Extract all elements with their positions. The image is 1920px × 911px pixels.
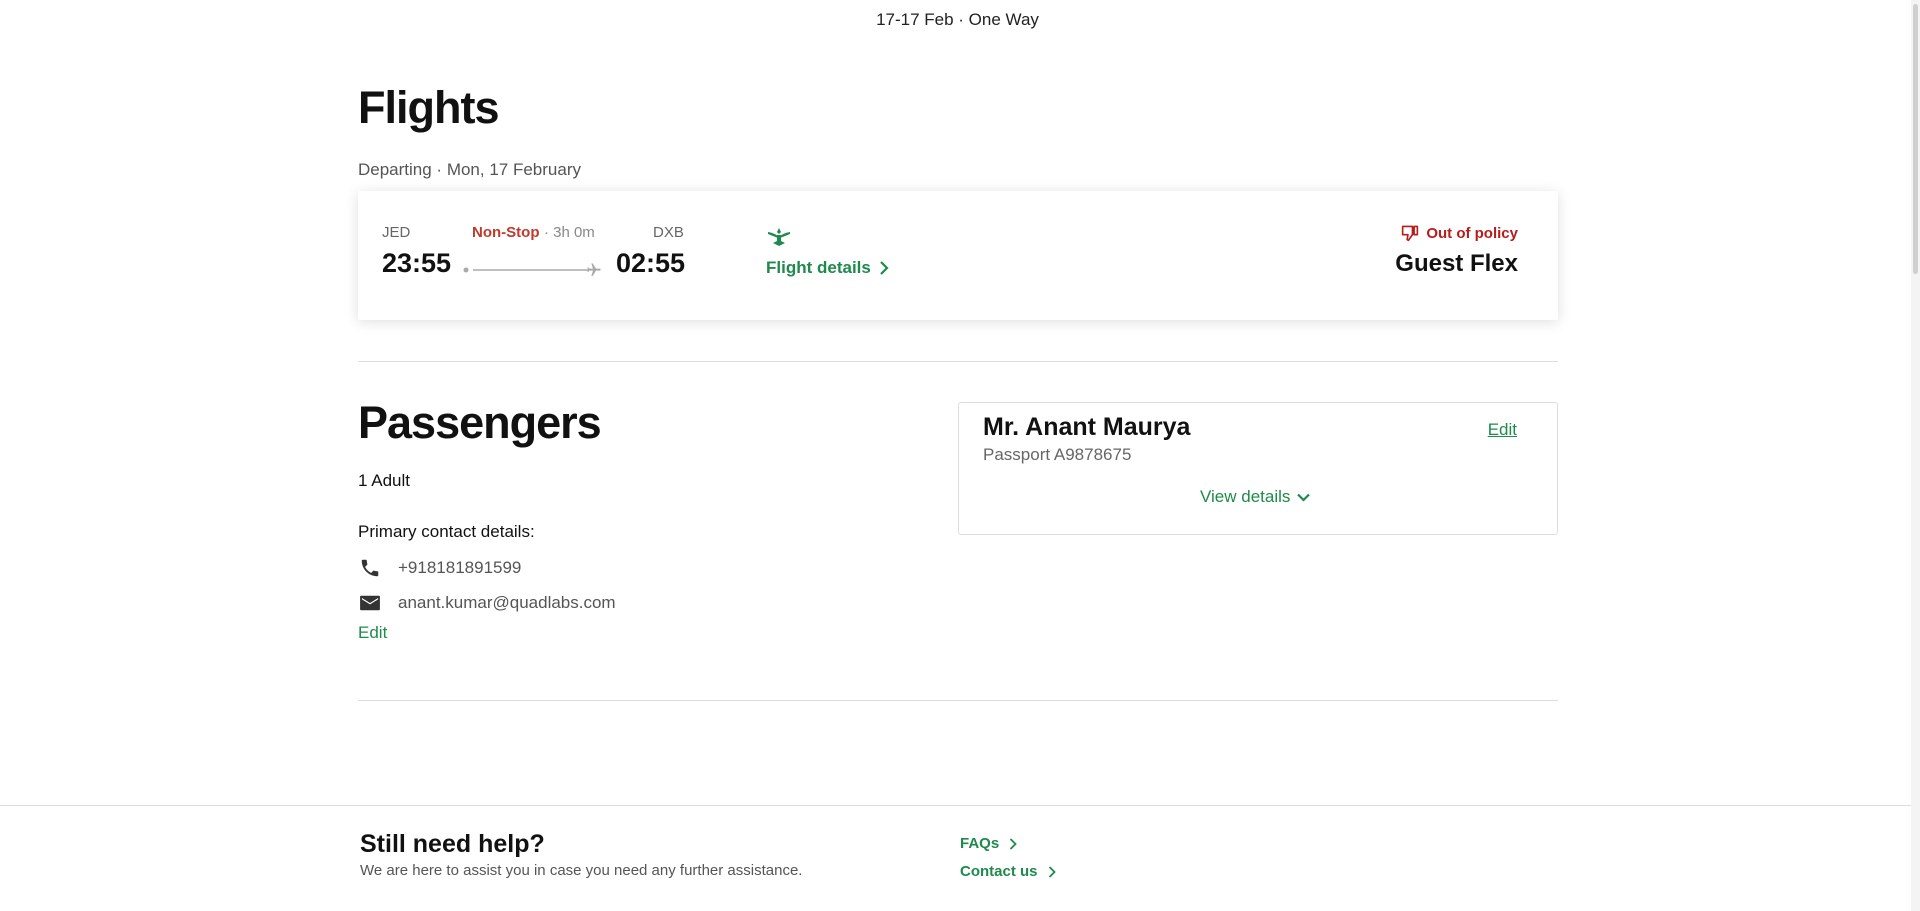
contact-phone: +918181891599: [398, 558, 522, 577]
nonstop-label: Non-Stop: [472, 224, 540, 241]
passenger-name: Mr. Anant Maurya: [983, 413, 1191, 441]
flight-details-label: Flight details: [766, 258, 871, 277]
fare-name: Guest Flex: [1395, 250, 1518, 277]
departure-time: 23:55: [382, 248, 452, 278]
passenger-count: 1 Adult: [358, 471, 410, 490]
policy-status: Out of policy: [1400, 224, 1518, 242]
edit-passenger-link[interactable]: Edit: [1488, 420, 1517, 440]
view-details-label: View details: [1200, 487, 1291, 506]
departing-date: Departing · Mon, 17 February: [358, 160, 581, 179]
trip-summary: 17-17 Feb · One Way: [876, 10, 1039, 29]
contact-email: anant.kumar@quadlabs.com: [398, 593, 616, 612]
contact-heading: Primary contact details:: [358, 522, 535, 541]
thumbs-down-icon: [1400, 224, 1420, 242]
edit-contact-link[interactable]: Edit: [358, 623, 387, 643]
chevron-right-icon: [879, 261, 889, 275]
origin-code: JED: [382, 224, 411, 241]
passengers-title: Passengers: [358, 397, 602, 448]
phone-icon: [358, 556, 382, 580]
stop-info: Non-Stop · 3h 0m: [472, 224, 595, 242]
help-subtitle: We are here to assist you in case you ne…: [360, 862, 803, 879]
chevron-right-icon: [1009, 837, 1017, 850]
contact-us-label: Contact us: [960, 863, 1038, 880]
arrival-time: 02:55: [616, 248, 686, 278]
duration-label: · 3h 0m: [543, 224, 595, 241]
scrollbar-thumb[interactable]: [1913, 4, 1918, 274]
passenger-passport: Passport A9878675: [983, 445, 1132, 464]
faqs-link[interactable]: FAQs: [960, 835, 1017, 852]
passenger-card: Mr. Anant Maurya Passport A9878675 Edit …: [958, 402, 1558, 535]
plane-icon: [586, 262, 602, 278]
flights-title: Flights: [358, 82, 499, 133]
mail-icon: [358, 591, 382, 615]
destination-code: DXB: [653, 224, 684, 241]
chevron-down-icon: [1297, 493, 1311, 502]
help-title: Still need help?: [360, 830, 545, 858]
section-divider: [358, 361, 1558, 362]
view-details-toggle[interactable]: View details: [1200, 487, 1311, 507]
contact-phone-row: +918181891599: [358, 556, 521, 580]
flight-card[interactable]: JED 23:55 Non-Stop · 3h 0m DXB 02:55 Fli…: [358, 191, 1558, 320]
section-divider-bottom: [358, 700, 1558, 701]
contact-us-link[interactable]: Contact us: [960, 863, 1056, 880]
flight-details-link[interactable]: Flight details: [766, 258, 889, 278]
footer-divider: [0, 805, 1920, 806]
airline-emblem-icon: [766, 226, 792, 248]
out-of-policy-label: Out of policy: [1426, 224, 1518, 242]
contact-email-row: anant.kumar@quadlabs.com: [358, 591, 616, 615]
scrollbar-track[interactable]: [1911, 0, 1920, 911]
chevron-right-icon: [1048, 865, 1056, 878]
faqs-label: FAQs: [960, 835, 1000, 852]
